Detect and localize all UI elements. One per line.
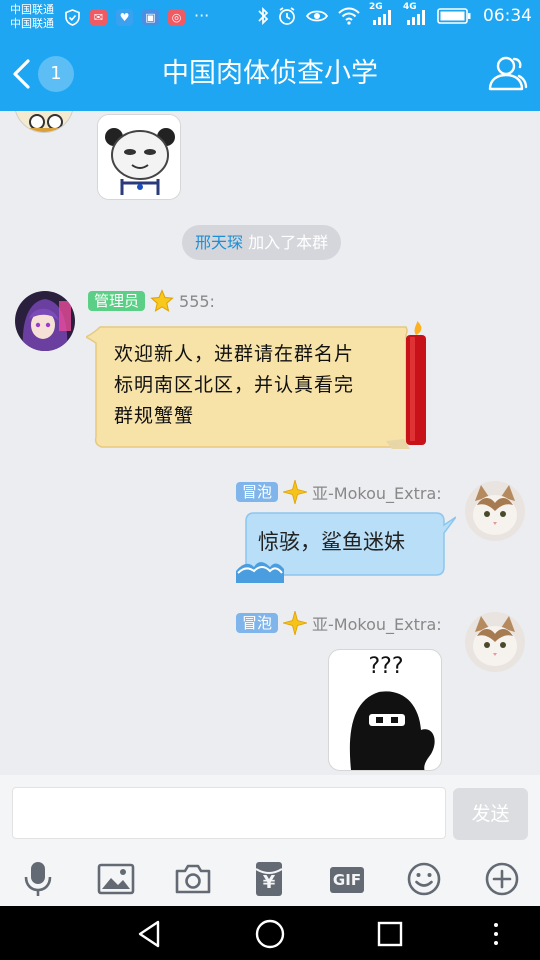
- emoji-button[interactable]: [404, 859, 444, 899]
- bluetooth-icon: [258, 6, 269, 26]
- chat-header: 1 中国肉体侦查小学: [0, 36, 540, 111]
- sparkle-icon: [283, 480, 308, 504]
- wifi-icon: [338, 7, 360, 25]
- self-sender-name[interactable]: 亚-Mokou_Extra:: [312, 480, 442, 504]
- status-bar: 中国联通 中国联通 ✉ ♥ ▣ ◎ ··· 2G 4G 06:34: [0, 0, 540, 36]
- square-recents-icon: [377, 921, 403, 947]
- nav-menu-button[interactable]: [480, 918, 512, 950]
- carrier-2-label: 中国联通: [10, 17, 54, 30]
- admin-message-text: 欢迎新人，进群请在群名片 标明南区北区，并认真看完 群规蟹蟹: [114, 339, 414, 432]
- signal-2g: 2G: [369, 2, 395, 26]
- microphone-icon: [24, 862, 52, 896]
- admin-badge: 管理员: [88, 291, 146, 311]
- sticker-message[interactable]: [97, 114, 181, 200]
- more-options-button[interactable]: [482, 859, 522, 899]
- sticker-message[interactable]: ???: [328, 649, 442, 771]
- self-avatar[interactable]: [465, 481, 525, 541]
- bubble-rank-badge: 冒泡: [236, 482, 279, 502]
- battery-icon: [437, 8, 471, 24]
- mail-icon: ✉: [90, 9, 107, 26]
- gif-label: GIF: [332, 871, 362, 889]
- eye-icon: [305, 10, 329, 22]
- system-join-notice: 邢天琛 加入了本群: [182, 225, 342, 260]
- star-icon: [150, 289, 174, 312]
- notification-icons: ✉ ♥ ▣ ◎ ···: [64, 6, 210, 26]
- plus-icon: [485, 862, 519, 896]
- signal-icon: [407, 10, 425, 25]
- self-sender-name[interactable]: 亚-Mokou_Extra:: [312, 611, 442, 635]
- cat-avatar: [465, 481, 525, 541]
- system-nav-bar: [0, 906, 540, 960]
- system-icons: 2G 4G 06:34: [257, 2, 532, 26]
- group-members-button[interactable]: [486, 53, 528, 93]
- carrier-labels: 中国联通 中国联通: [10, 3, 54, 31]
- health-icon: ♥: [116, 9, 133, 26]
- admin-message-line-1: 欢迎新人，进群请在群名片: [114, 343, 355, 365]
- nav-back-button[interactable]: [134, 918, 166, 950]
- cat-avatar: [465, 612, 525, 672]
- gif-icon: GIF: [330, 867, 364, 893]
- admin-sender-line: 管理员 555:: [88, 289, 215, 313]
- send-button[interactable]: 发送: [453, 788, 528, 840]
- signal-icon: [373, 10, 391, 25]
- admin-message-line-3: 群规蟹蟹: [114, 405, 195, 427]
- message-input[interactable]: [12, 787, 446, 839]
- cartoon-avatar-image: [15, 111, 73, 132]
- sparkle-icon: [283, 611, 308, 635]
- panda-meme-sticker: [98, 115, 180, 199]
- nav-recents-button[interactable]: [374, 918, 406, 950]
- group-members-icon: [488, 56, 528, 91]
- shield-icon: [65, 9, 80, 26]
- self-sender-line: 冒泡 亚-Mokou_Extra:: [236, 480, 442, 504]
- admin-message-line-2: 标明南区北区，并认真看完: [114, 374, 355, 396]
- nav-home-button[interactable]: [254, 918, 286, 950]
- camera-button[interactable]: [173, 859, 213, 899]
- red-packet-symbol: ¥: [262, 872, 276, 893]
- emoji-icon: [407, 862, 441, 896]
- anime-girl-avatar: [15, 291, 75, 351]
- gallery-icon: ▣: [142, 9, 159, 26]
- self-avatar[interactable]: [465, 612, 525, 672]
- chat-title: 中国肉体侦查小学: [162, 58, 378, 89]
- alarm-icon: [279, 7, 295, 25]
- carrier-1-label: 中国联通: [10, 3, 54, 16]
- voice-button[interactable]: [18, 859, 58, 899]
- message-input-bar: 发送: [0, 775, 540, 853]
- sender-avatar[interactable]: [14, 111, 74, 133]
- gif-button[interactable]: GIF: [327, 859, 367, 899]
- self-message-bubble[interactable]: 惊骇，鲨鱼迷妹: [236, 509, 456, 583]
- triangle-back-icon: [138, 920, 160, 948]
- admin-message-bubble[interactable]: 欢迎新人，进群请在群名片 标明南区北区，并认真看完 群规蟹蟹: [86, 321, 434, 451]
- red-packet-button[interactable]: ¥: [249, 859, 289, 899]
- joined-member-name[interactable]: 邢天琛: [195, 233, 243, 252]
- vertical-dots-icon: [494, 923, 498, 945]
- more-dots-icon: ···: [194, 6, 210, 25]
- ninja-meme-sticker: [349, 691, 435, 770]
- admin-sender-name[interactable]: 555:: [179, 292, 215, 311]
- signal-4g: 4G: [403, 2, 429, 26]
- photo-album-button[interactable]: [96, 859, 136, 899]
- admin-avatar[interactable]: [15, 291, 75, 351]
- bubble-rank-badge: 冒泡: [236, 613, 279, 633]
- camera-icon: [175, 864, 211, 894]
- weibo-icon: ◎: [168, 9, 185, 26]
- clock-time: 06:34: [483, 6, 532, 26]
- join-notice-text: 加入了本群: [248, 233, 329, 252]
- message-list[interactable]: 邢天琛 加入了本群 管理员 555: 欢迎新人，进群请在群名片 标明南区北区，并…: [0, 111, 540, 775]
- self-sender-line: 冒泡 亚-Mokou_Extra:: [236, 611, 442, 635]
- self-message-text: 惊骇，鲨鱼迷妹: [258, 530, 405, 554]
- circle-home-icon: [255, 919, 285, 949]
- input-toolbar: ¥ GIF: [0, 853, 540, 906]
- image-icon: [97, 863, 135, 895]
